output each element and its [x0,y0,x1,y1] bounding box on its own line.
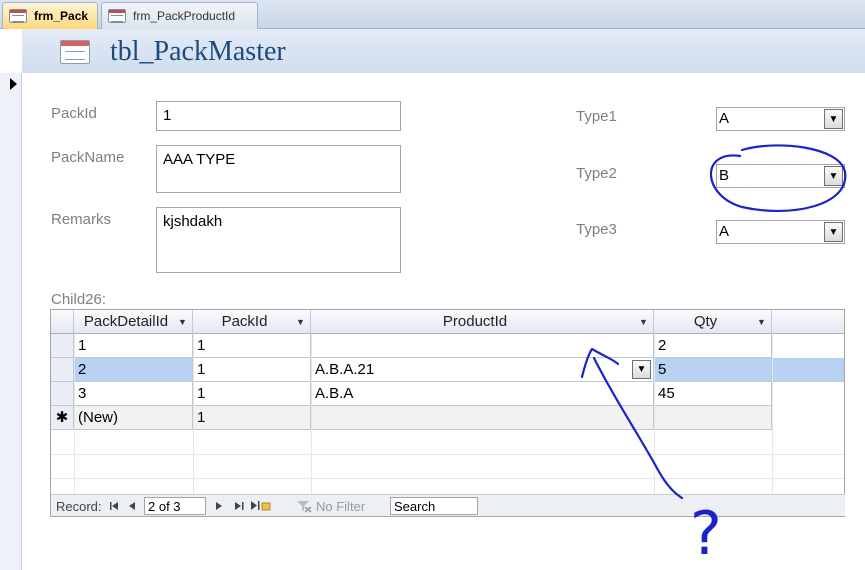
record-label: Record: [56,499,102,514]
tab-label: frm_Pack [34,9,89,23]
type2-combo[interactable]: B ▼ [716,164,845,188]
new-record-icon[interactable]: ✱ [51,406,74,430]
chevron-down-icon[interactable]: ▼ [824,222,843,242]
remarks-field[interactable]: kjshdakh [156,207,401,273]
cell-packdetailid-new[interactable]: (New) [74,406,193,430]
cell-productid-new[interactable] [311,406,654,430]
tab-label: frm_PackProductId [133,9,236,23]
row-selector[interactable] [51,334,74,358]
form-title: tbl_PackMaster [110,36,286,67]
cell-qty[interactable]: 5 [654,358,772,382]
sort-arrow-icon[interactable]: ▼ [178,317,192,327]
record-selector-bar[interactable] [0,73,22,570]
cell-productid[interactable] [311,334,654,358]
record-navigation-bar: Record: 2 of 3 No Filter Search [51,494,845,516]
tab-frm-pack[interactable]: frm_Pack [2,2,98,29]
grid-line [193,334,194,494]
sort-arrow-icon[interactable]: ▼ [639,317,653,327]
chevron-down-icon[interactable]: ▼ [824,166,843,186]
packid-field[interactable]: 1 [156,101,401,131]
child-datasheet: PackDetailId ▼ PackId ▼ ProductId ▼ Qty ▼ 1 … [50,309,845,517]
packname-field[interactable]: AAA TYPE [156,145,401,193]
search-input[interactable]: Search [390,497,478,515]
cell-qty[interactable]: 45 [654,382,772,406]
filter-icon [297,501,312,513]
cell-packdetailid[interactable]: 2 [74,358,193,382]
cell-packid[interactable]: 1 [193,382,311,406]
cell-packid[interactable]: 1 [193,358,311,382]
grid-line [311,334,312,494]
type1-label: Type1 [576,108,617,125]
chevron-down-icon[interactable]: ▼ [824,109,843,129]
selected-row-highlight [772,358,844,382]
first-record-icon[interactable] [110,501,119,511]
previous-record-icon[interactable] [129,501,136,511]
empty-row-line [51,478,844,479]
remarks-label: Remarks [51,211,112,228]
sort-arrow-icon[interactable]: ▼ [757,317,771,327]
cell-productid[interactable]: A.B.A [311,382,654,406]
column-header-packdetailid[interactable]: PackDetailId ▼ [74,310,193,334]
type3-value: A [719,223,730,240]
cell-packdetailid[interactable]: 1 [74,334,193,358]
grid-line [772,334,773,494]
current-record-arrow-icon [10,78,17,90]
current-record-input[interactable]: 2 of 3 [144,497,206,515]
filter-toggle[interactable]: No Filter [316,499,365,514]
cell-productid[interactable]: A.B.A.21 ▼ [311,358,654,382]
last-record-icon[interactable] [235,501,244,511]
empty-header [772,310,844,334]
form-icon [108,9,126,23]
packid-label: PackId [51,105,97,122]
row-selector[interactable] [51,382,74,406]
row-selector[interactable] [51,358,74,382]
sort-arrow-icon[interactable]: ▼ [296,317,310,327]
cell-qty[interactable]: 2 [654,334,772,358]
cell-qty-new[interactable] [654,406,772,430]
type3-combo[interactable]: A ▼ [716,220,845,244]
subform-label: Child26: [51,291,107,308]
column-header-packid[interactable]: PackId ▼ [193,310,311,334]
cell-packid[interactable]: 1 [193,334,311,358]
packname-label: PackName [51,149,125,166]
cell-packdetailid[interactable]: 3 [74,382,193,406]
grid-line [74,334,75,494]
type1-value: A [719,110,730,127]
tab-frm-packproductid[interactable]: frm_PackProductId [101,2,258,29]
type1-combo[interactable]: A ▼ [716,107,845,131]
new-record-nav-icon[interactable] [251,499,271,512]
type2-value: B [719,167,730,184]
form-icon [9,9,27,23]
cell-packid-new[interactable]: 1 [193,406,311,430]
type3-label: Type3 [576,221,617,238]
next-record-icon[interactable] [216,501,223,511]
column-header-productid[interactable]: ProductId ▼ [311,310,654,334]
column-header-qty[interactable]: Qty ▼ [654,310,772,334]
select-all-corner[interactable] [51,310,74,334]
productid-value: A.B.A.21 [315,361,375,378]
grid-line [654,334,655,494]
table-form-icon [60,40,90,64]
empty-row-line [51,454,844,455]
type2-label: Type2 [576,165,617,182]
chevron-down-icon[interactable]: ▼ [632,360,651,379]
